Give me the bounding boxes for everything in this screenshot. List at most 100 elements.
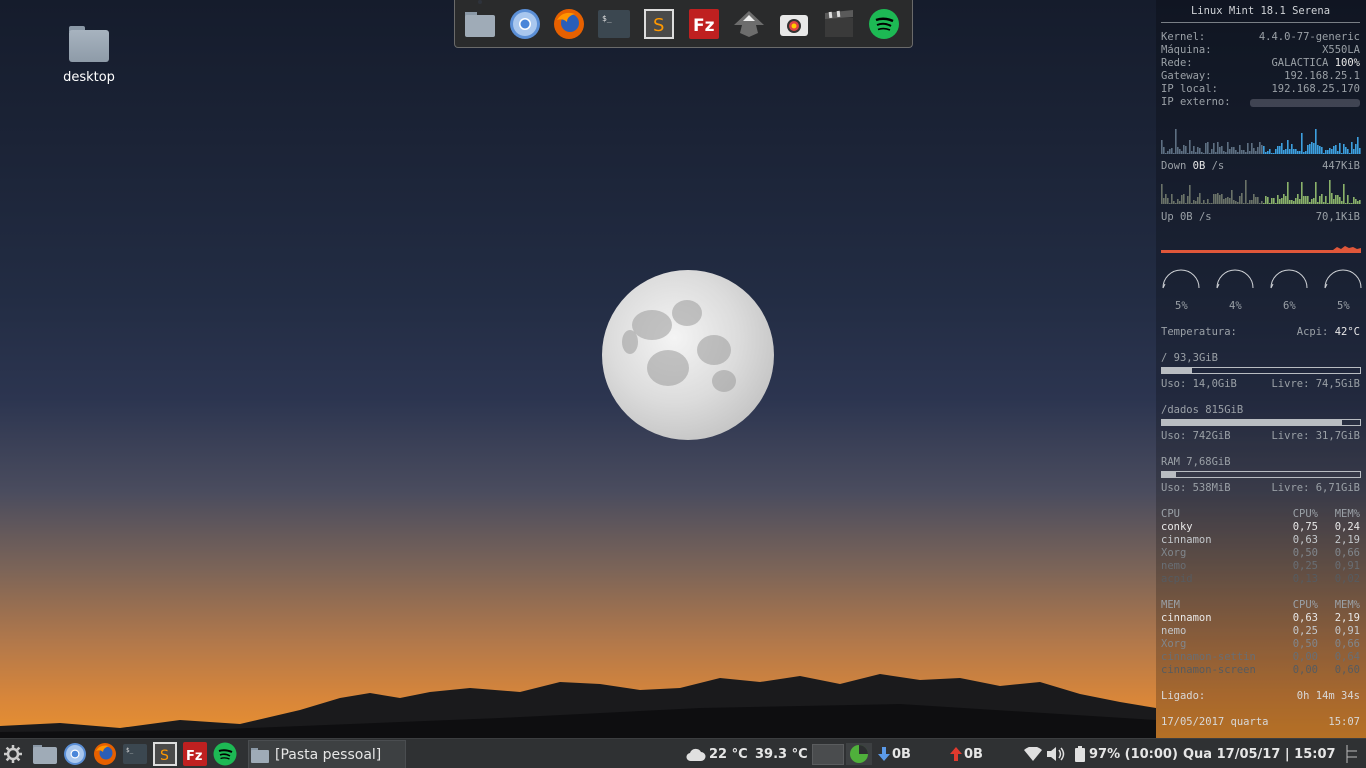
cpu-graph-box	[812, 743, 844, 765]
files-icon[interactable]	[33, 739, 57, 768]
filezilla-icon[interactable]: Fz	[687, 7, 721, 41]
wifi-icon[interactable]	[1024, 739, 1042, 768]
graph-bar	[1169, 203, 1171, 204]
desktop-folder-icon-item[interactable]: desktop	[56, 26, 122, 85]
graph-bar	[1223, 151, 1225, 154]
inkscape-icon[interactable]	[732, 7, 766, 41]
graph-bar	[1323, 153, 1325, 154]
graph-bar	[1175, 129, 1177, 154]
disk-dados-title: /dados 815GiB	[1161, 404, 1244, 416]
graph-bar	[1223, 199, 1225, 204]
spotify-icon[interactable]	[867, 7, 901, 41]
graph-bar	[1201, 152, 1203, 154]
weather-applet[interactable]: 22 °C	[686, 739, 748, 768]
graph-bar	[1269, 203, 1271, 204]
temperature-row: Temperatura: Acpi: 42°C	[1161, 326, 1360, 338]
graph-bar	[1227, 142, 1229, 154]
graph-bar	[1189, 185, 1191, 204]
volume-icon[interactable]	[1047, 739, 1067, 768]
mem-process-row: nemo 0,25 0,91	[1161, 625, 1360, 637]
graph-bar	[1225, 198, 1227, 204]
graph-bar	[1163, 147, 1165, 154]
cpu-core-2-gauge	[1216, 269, 1254, 289]
cpu-process-row: nemo 0,25 0,91	[1161, 560, 1360, 572]
svg-text:$_: $_	[126, 747, 134, 754]
spotify-icon[interactable]	[213, 739, 237, 768]
graph-bar	[1241, 150, 1243, 154]
graph-bar	[1237, 202, 1239, 204]
chromium-icon[interactable]	[508, 7, 542, 41]
graph-bar	[1239, 196, 1241, 204]
graph-bar	[1237, 152, 1239, 154]
graph-bar	[1215, 194, 1217, 204]
cpu-process-row: cinnamon 0,63 2,19	[1161, 534, 1360, 546]
graph-bar	[1319, 146, 1321, 154]
folder-icon	[251, 747, 269, 763]
graph-bar	[1325, 196, 1327, 204]
graph-bar	[1329, 180, 1331, 204]
graph-bar	[1199, 193, 1201, 204]
external-ip-row: IP externo:	[1161, 96, 1360, 109]
graph-bar	[1271, 153, 1273, 154]
graph-bar	[1301, 133, 1303, 154]
graph-bar	[1245, 152, 1247, 154]
clock[interactable]: Qua 17/05/17 | 15:07	[1183, 739, 1336, 768]
graph-bar	[1299, 199, 1301, 204]
graph-bar	[1217, 142, 1219, 154]
firefox-icon[interactable]	[552, 7, 586, 41]
video-editor-icon[interactable]	[822, 7, 856, 41]
graph-bar	[1161, 184, 1163, 204]
firefox-icon[interactable]	[93, 739, 117, 768]
window-button-home-folder[interactable]: [Pasta pessoal]	[248, 740, 406, 768]
sublime-text-icon[interactable]: S	[153, 739, 177, 768]
network-down-applet[interactable]: 0B	[878, 739, 911, 768]
graph-bar	[1181, 151, 1183, 154]
graph-bar	[1221, 194, 1223, 204]
system-monitor-applet[interactable]	[812, 739, 872, 768]
graph-bar	[1277, 195, 1279, 204]
graph-bar	[1281, 143, 1283, 154]
graph-bar	[1299, 151, 1301, 154]
menu-gear-icon[interactable]	[2, 739, 24, 768]
graph-bar	[1213, 143, 1215, 154]
cpu-process-row: conky 0,75 0,24	[1161, 521, 1360, 533]
horizon-hills	[0, 674, 1156, 738]
graph-bar	[1231, 190, 1233, 204]
graph-bar	[1321, 194, 1323, 204]
screenshot-icon[interactable]	[777, 7, 811, 41]
terminal-icon[interactable]: $_	[123, 739, 147, 768]
graph-bar	[1267, 197, 1269, 204]
graph-bar	[1267, 151, 1269, 154]
network-up-applet[interactable]: 0B	[950, 739, 983, 768]
terminal-icon[interactable]: $_	[597, 7, 631, 41]
graph-bar	[1305, 196, 1307, 204]
filezilla-icon[interactable]: Fz	[183, 739, 207, 768]
graph-bar	[1289, 200, 1291, 204]
graph-bar	[1225, 152, 1227, 154]
arrow-up-icon	[950, 747, 962, 761]
graph-bar	[1219, 147, 1221, 154]
svg-text:S: S	[160, 748, 169, 764]
graph-bar	[1347, 195, 1349, 204]
graph-bar	[1307, 145, 1309, 154]
graph-bar	[1191, 203, 1193, 204]
sublime-text-icon[interactable]: S	[642, 7, 676, 41]
graph-bar	[1265, 196, 1267, 204]
conky-datetime-row: 17/05/2017 quarta 15:07	[1161, 716, 1360, 728]
cpu-process-row: acpid 0,13 0,02	[1161, 573, 1360, 585]
battery-applet[interactable]: 97% (10:00)	[1075, 739, 1178, 768]
cpu-temperature[interactable]: 39.3 °C	[755, 739, 808, 768]
graph-bar	[1231, 147, 1233, 154]
graph-bar	[1321, 147, 1323, 154]
graph-bar	[1179, 201, 1181, 204]
graph-bar	[1175, 203, 1177, 204]
graph-bar	[1357, 137, 1359, 154]
chromium-icon[interactable]	[63, 739, 87, 768]
graph-bar	[1197, 147, 1199, 154]
show-desktop-button[interactable]	[1345, 739, 1359, 768]
graph-bar	[1229, 149, 1231, 154]
window-title: [Pasta pessoal]	[275, 746, 382, 763]
graph-bar	[1191, 151, 1193, 154]
files-icon[interactable]	[463, 7, 497, 41]
graph-bar	[1235, 201, 1237, 204]
